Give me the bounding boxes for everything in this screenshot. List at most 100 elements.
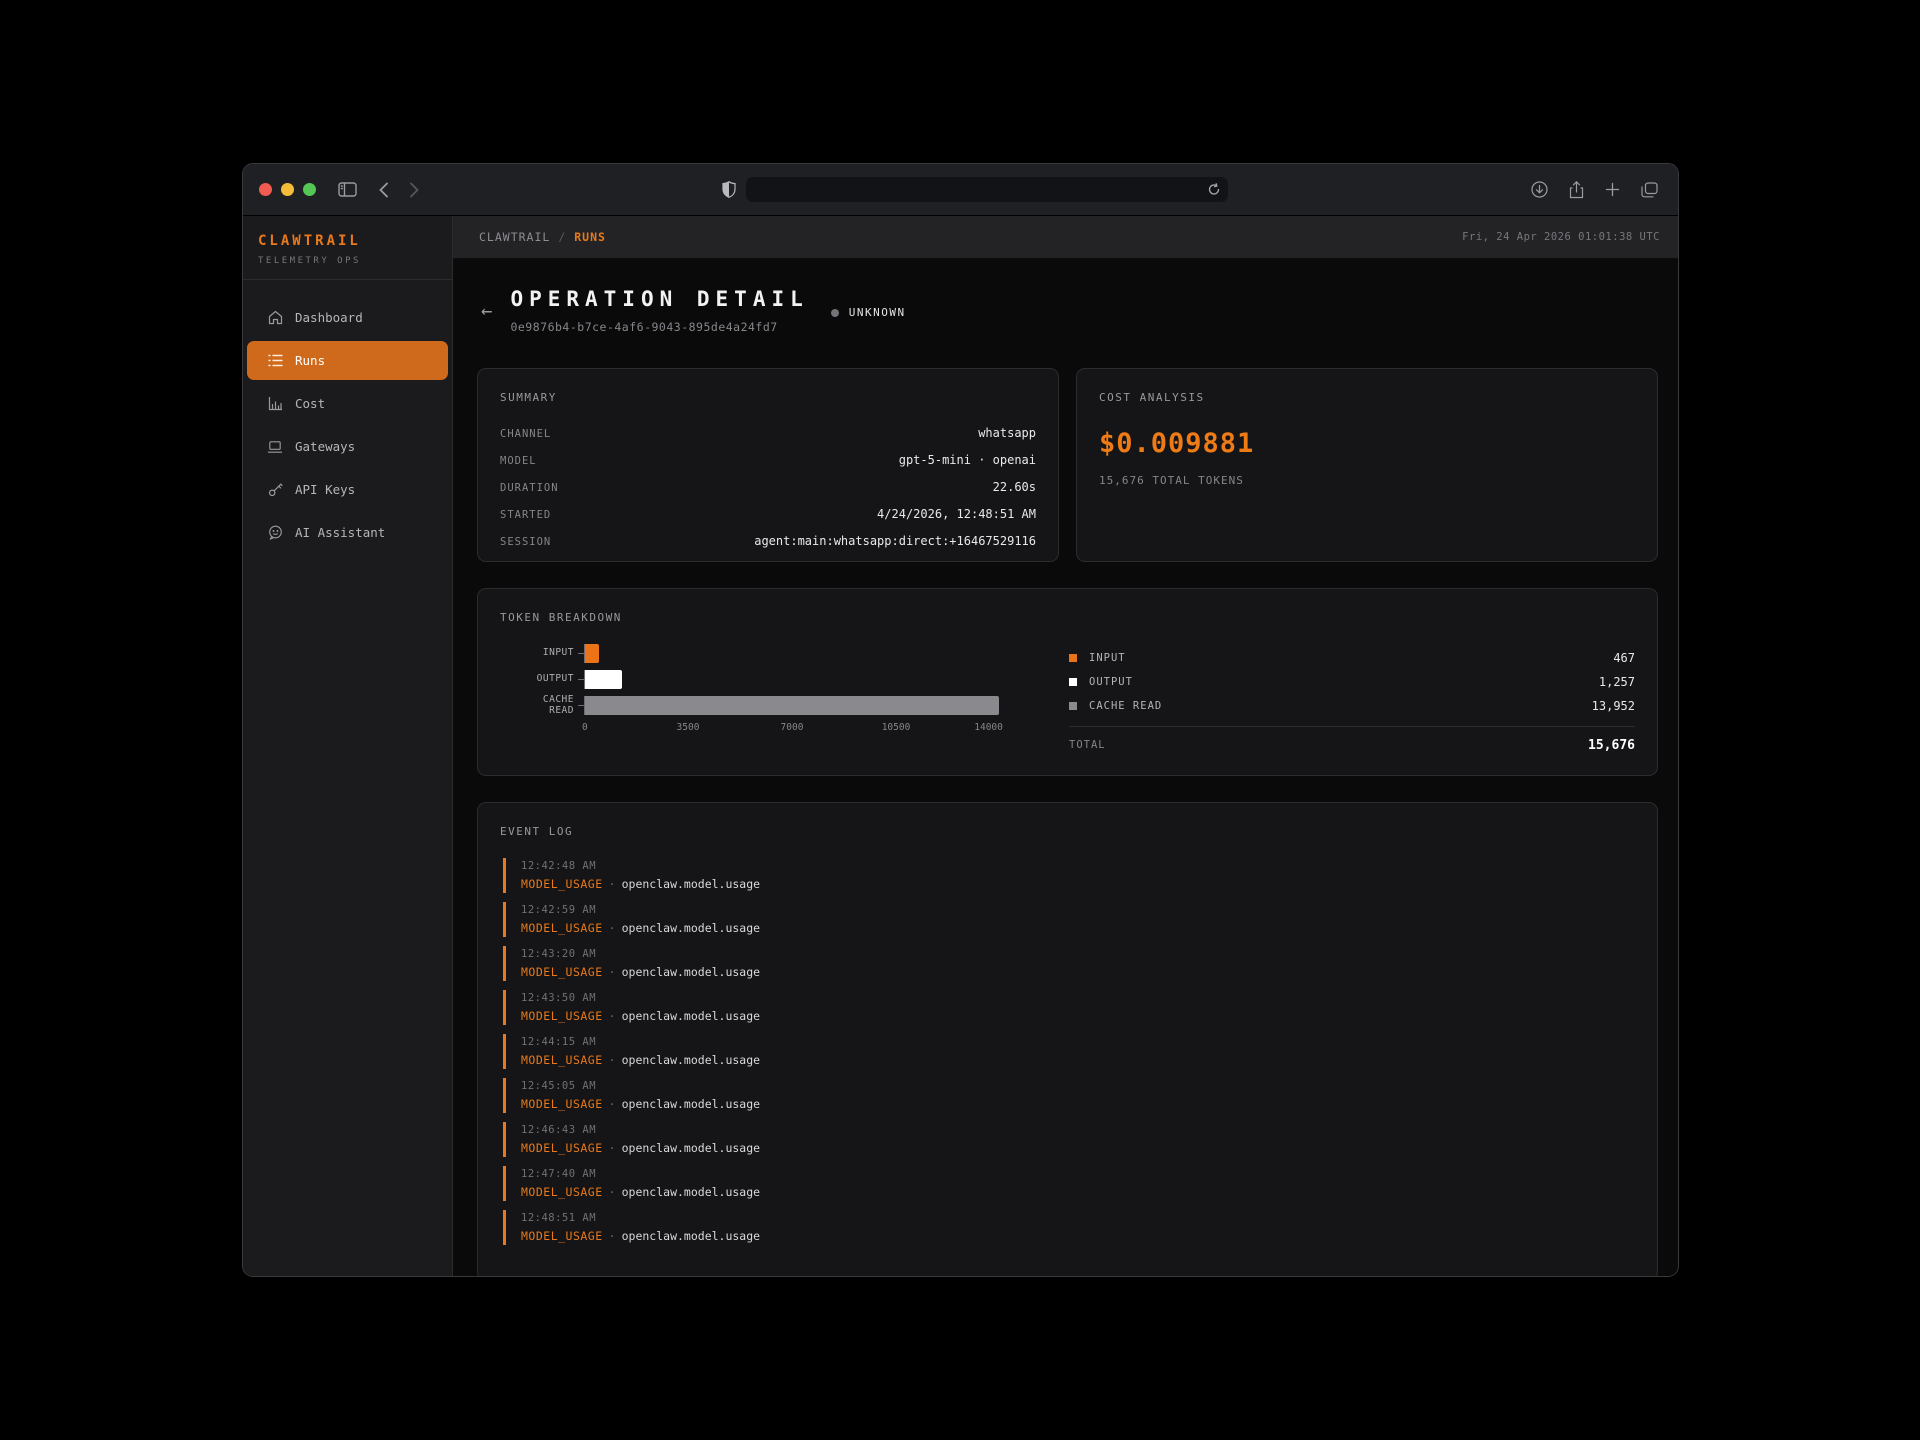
breadcrumb-current: RUNS — [574, 230, 606, 244]
event-log-entry: 12:44:15 AMMODEL_USAGE·openclaw.model.us… — [503, 1034, 1635, 1069]
event-separator: · — [609, 1009, 616, 1023]
legend-swatch-icon — [1069, 654, 1077, 662]
back-nav-icon[interactable] — [379, 182, 389, 198]
summary-row: CHANNELwhatsapp — [500, 426, 1036, 453]
event-type: MODEL_USAGE — [521, 877, 603, 891]
sidebar-toggle-icon[interactable] — [338, 182, 357, 197]
x-axis-tick-label: 7000 — [781, 722, 804, 733]
event-timestamp: 12:46:43 AM — [521, 1124, 1635, 1136]
address-bar[interactable] — [746, 177, 1228, 202]
legend-divider — [1069, 726, 1635, 727]
event-name: openclaw.model.usage — [622, 1141, 760, 1155]
browser-toolbar — [243, 164, 1678, 216]
legend-value: 13,952 — [1592, 699, 1635, 713]
event-timestamp: 12:48:51 AM — [521, 1212, 1635, 1224]
close-window-button[interactable] — [259, 183, 272, 196]
reload-icon[interactable] — [1208, 183, 1220, 196]
cost-amount: $0.009881 — [1099, 428, 1635, 459]
privacy-shield-icon[interactable] — [722, 181, 736, 198]
breadcrumb: CLAWTRAIL/RUNS — [479, 230, 606, 244]
bar-input — [585, 644, 599, 663]
sidebar-item-gateways[interactable]: Gateways — [247, 427, 448, 466]
event-separator: · — [609, 1185, 616, 1199]
event-type: MODEL_USAGE — [521, 1229, 603, 1243]
event-detail-line: MODEL_USAGE·openclaw.model.usage — [521, 965, 1635, 979]
event-detail-line: MODEL_USAGE · openclaw.model.usage — [521, 1229, 1635, 1243]
event-log-entry: 12:43:50 AM MODEL_USAGE · openclaw.model.us… — [503, 990, 1635, 1025]
event-timestamp: 12:45:05 AM — [521, 1080, 1635, 1092]
event-log-entry: 12:47:40 AMMODEL_USAGE·openclaw.model.us… — [503, 1166, 1635, 1201]
zoom-window-button[interactable] — [303, 183, 316, 196]
legend-row: OUTPUT1,257 — [1069, 670, 1635, 694]
chat-icon — [267, 525, 283, 540]
legend-row: INPUT467 — [1069, 646, 1635, 670]
event-detail-line: MODEL_USAGE·openclaw.model.usage — [521, 1053, 1635, 1067]
summary-row-label: SESSION — [500, 536, 551, 548]
sidebar-item-label: API Keys — [295, 482, 355, 497]
event-type: MODEL_USAGE — [521, 1053, 603, 1067]
status-badge: UNKNOWN — [831, 306, 906, 319]
event-separator: · — [609, 1229, 616, 1243]
bar-track — [584, 670, 1000, 689]
status-label: UNKNOWN — [849, 306, 906, 319]
legend-total-row: TOTAL15,676 — [1069, 733, 1635, 757]
event-log-entry: 12:42:48 AMMODEL_USAGE·openclaw.model.us… — [503, 858, 1635, 893]
sidebar-item-label: AI Assistant — [295, 525, 385, 540]
event-timestamp: 12:47:40 AM — [521, 1168, 1635, 1180]
sidebar-item-api-keys[interactable]: API Keys — [247, 470, 448, 509]
minimize-window-button[interactable] — [281, 183, 294, 196]
event-timestamp: 12:43:50 AM — [521, 992, 1635, 1004]
event-separator: · — [609, 1097, 616, 1111]
x-axis: 0350070001050014000 — [584, 722, 1000, 738]
legend-label: OUTPUT — [1089, 676, 1133, 688]
share-icon[interactable] — [1569, 181, 1584, 199]
total-value: 15,676 — [1588, 738, 1635, 753]
summary-row-label: DURATION — [500, 482, 559, 494]
page-title: OPERATION DETAIL — [510, 287, 808, 311]
tab-overview-icon[interactable] — [1641, 181, 1658, 199]
bar-category-label: CACHEREAD — [500, 695, 574, 717]
event-detail-line: MODEL_USAGE·openclaw.model.usage — [521, 1141, 1635, 1155]
brand-block: CLAWTRAIL TELEMETRY OPS — [243, 216, 452, 280]
utc-clock: Fri, 24 Apr 2026 01:01:38 UTC — [1462, 231, 1660, 243]
summary-row-label: MODEL — [500, 455, 537, 467]
event-type: MODEL_USAGE — [521, 1185, 603, 1199]
cost-total-tokens: 15,676 TOTAL TOKENS — [1099, 474, 1635, 487]
event-type: MODEL_USAGE — [521, 1141, 603, 1155]
downloads-icon[interactable] — [1531, 181, 1548, 199]
legend-row: CACHE READ13,952 — [1069, 694, 1635, 718]
bar-track — [584, 644, 1000, 663]
event-name: openclaw.model.usage — [622, 1009, 760, 1023]
operation-id: 0e9876b4-b7ce-4af6-9043-895de4a24fd7 — [510, 320, 808, 334]
event-name: openclaw.model.usage — [622, 1097, 760, 1111]
summary-card: SUMMARY CHANNELwhatsappMODELgpt-5-mini ·… — [477, 368, 1059, 562]
breadcrumb-root[interactable]: CLAWTRAIL — [479, 230, 550, 244]
summary-row-value: gpt-5-mini · openai — [899, 453, 1036, 467]
new-tab-icon[interactable] — [1605, 181, 1620, 199]
event-name: openclaw.model.usage — [622, 965, 760, 979]
x-axis-tick-label: 3500 — [677, 722, 700, 733]
key-icon — [267, 482, 283, 497]
token-breakdown-title: TOKEN BREAKDOWN — [500, 611, 1635, 624]
x-axis-tick-label: 14000 — [974, 722, 1003, 733]
summary-rows: CHANNELwhatsapp MODEL gpt-5-mini · openai D… — [500, 426, 1036, 561]
breadcrumb-bar: CLAWTRAIL/RUNS Fri, 24 Apr 2026 01:01:38… — [453, 216, 1678, 259]
laptop-icon — [267, 440, 283, 454]
event-name: openclaw.model.usage — [622, 921, 760, 935]
home-icon — [267, 310, 283, 325]
event-type: MODEL_USAGE — [521, 1009, 603, 1023]
sidebar-item-runs[interactable]: Runs — [247, 341, 448, 380]
sidebar-item-ai-assistant[interactable]: AI Assistant — [247, 513, 448, 552]
legend-value: 467 — [1613, 651, 1635, 665]
forward-nav-icon[interactable] — [409, 182, 419, 198]
token-breakdown-card: TOKEN BREAKDOWN INPUTOUTPUTCACHEREAD0350… — [477, 588, 1658, 776]
sidebar-item-dashboard[interactable]: Dashboard — [247, 298, 448, 337]
event-log-entry: 12:45:05 AMMODEL_USAGE·openclaw.model.us… — [503, 1078, 1635, 1113]
summary-row: MODEL gpt-5-mini · openai — [500, 453, 1036, 480]
traffic-lights — [259, 183, 316, 196]
sidebar-item-cost[interactable]: Cost — [247, 384, 448, 423]
event-detail-line: MODEL_USAGE·openclaw.model.usage — [521, 921, 1635, 935]
event-name: openclaw.model.usage — [622, 1229, 760, 1243]
back-button[interactable]: ← — [481, 300, 492, 322]
status-dot-icon — [831, 309, 839, 317]
